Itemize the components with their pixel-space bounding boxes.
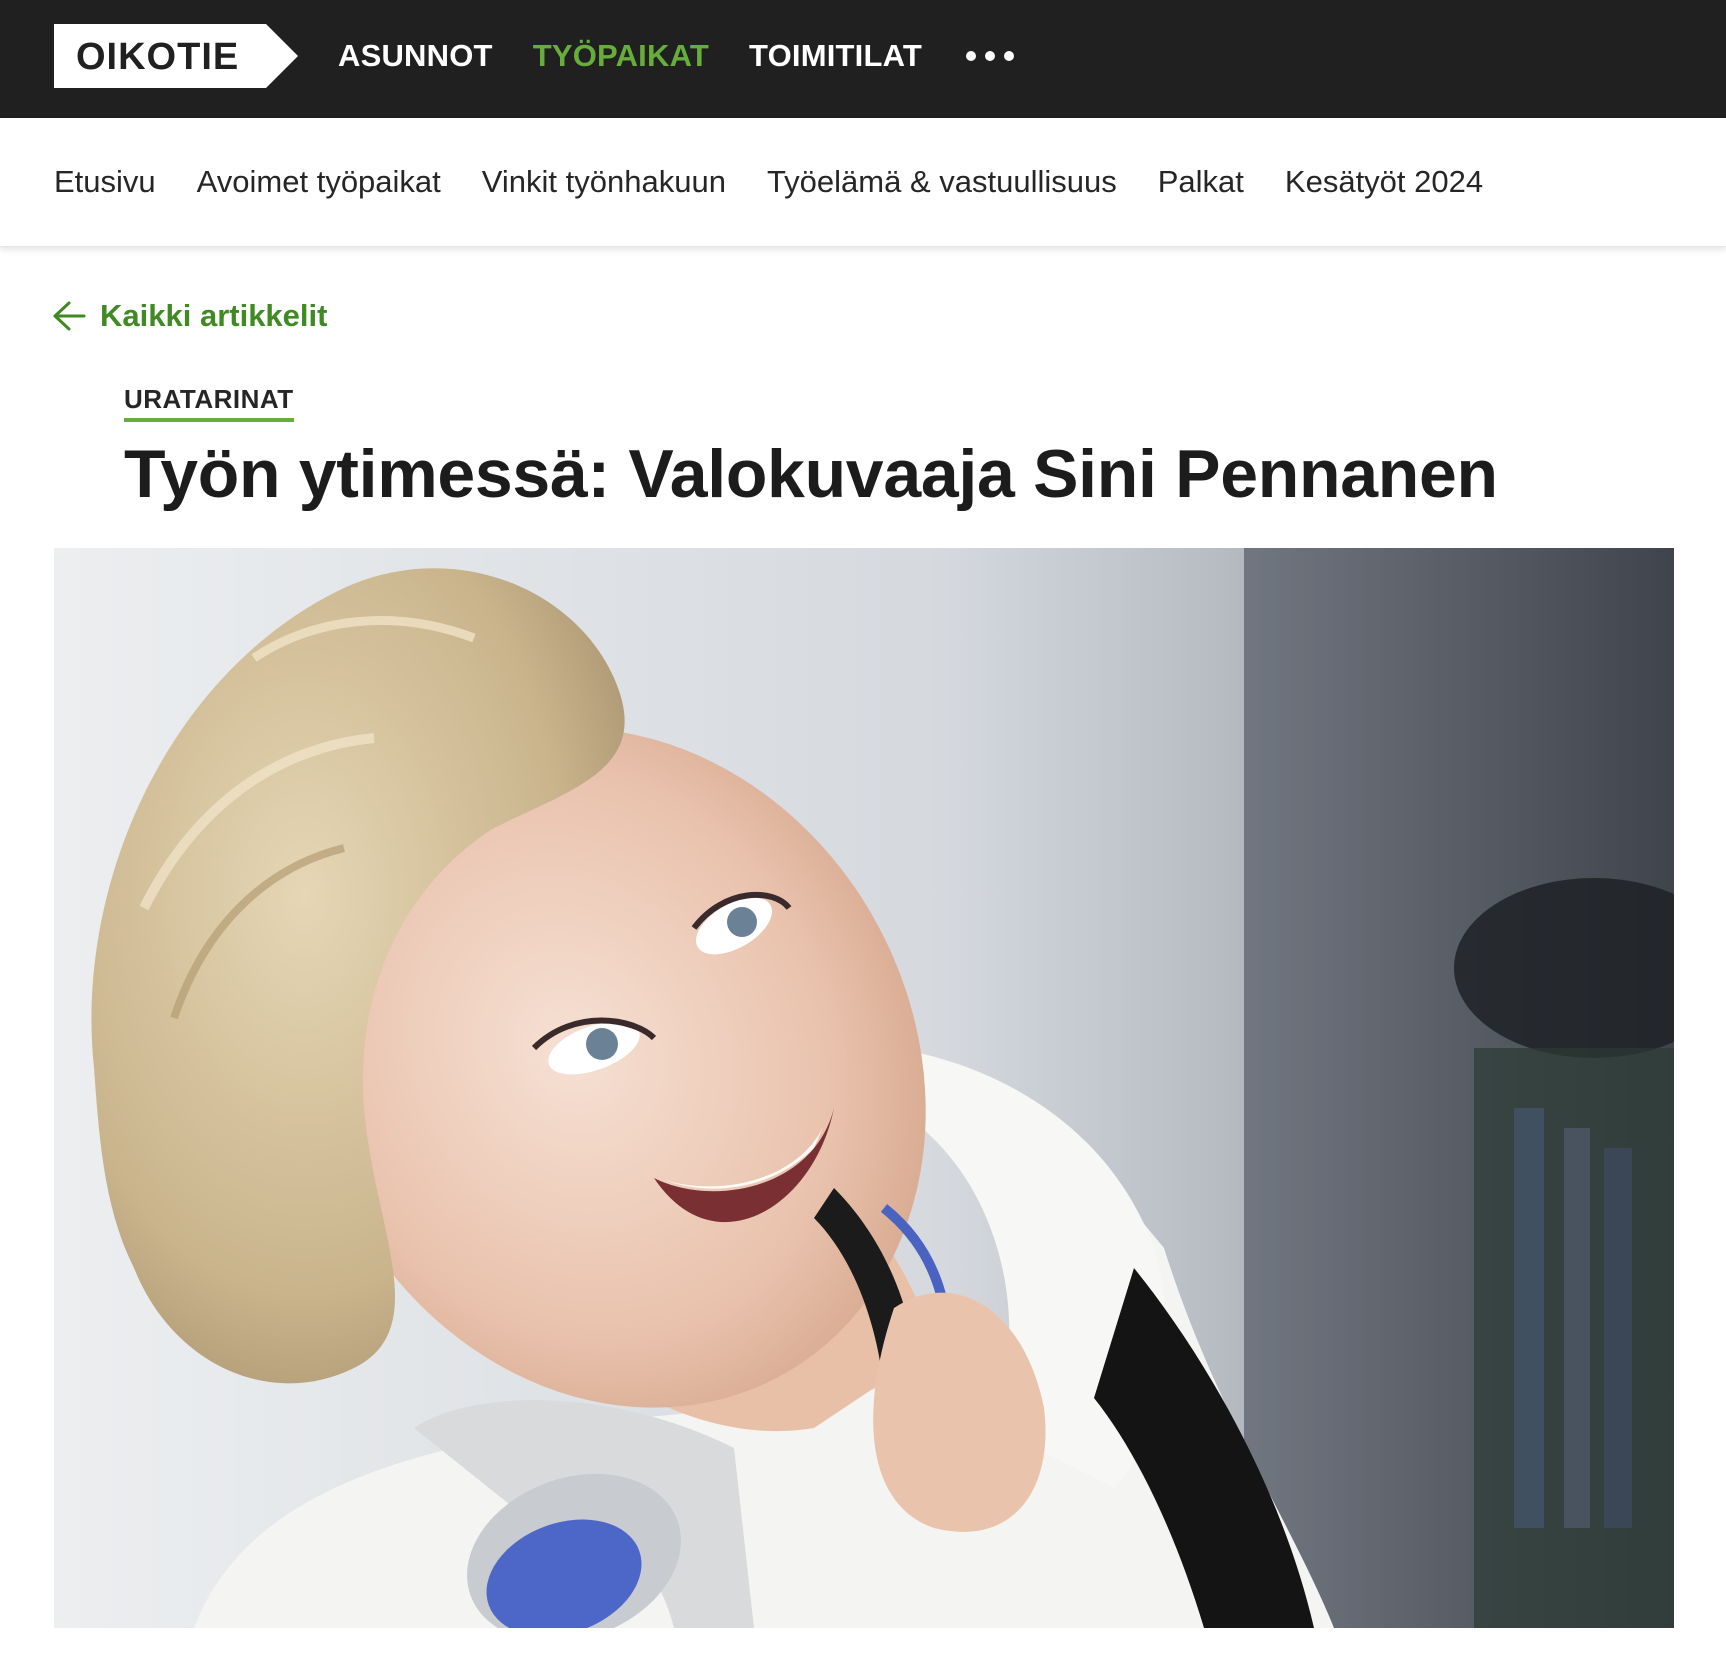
subnav-kesatyot[interactable]: Kesätyöt 2024 xyxy=(1285,164,1483,199)
main-nav: ASUNNOT TYÖPAIKAT TOIMITILAT xyxy=(338,0,1015,112)
portrait-photo xyxy=(54,548,1674,1628)
article-title: Työn ytimessä: Valokuvaaja Sini Pennanen xyxy=(124,436,1498,512)
nav-toimitilat[interactable]: TOIMITILAT xyxy=(749,38,922,74)
nav-tyopaikat[interactable]: TYÖPAIKAT xyxy=(533,38,709,74)
logo-badge: OIKOTIE xyxy=(54,24,298,88)
more-dots-icon[interactable] xyxy=(966,51,1015,61)
dot xyxy=(1004,51,1015,61)
nav-asunnot[interactable]: ASUNNOT xyxy=(338,38,493,74)
dot xyxy=(985,51,996,61)
back-link-label: Kaikki artikkelit xyxy=(100,298,328,333)
top-navigation-bar: OIKOTIE ASUNNOT TYÖPAIKAT TOIMITILAT xyxy=(0,0,1726,118)
subnav-tyoelama-vastuullisuus[interactable]: Työelämä & vastuullisuus xyxy=(767,164,1117,199)
article-hero-image xyxy=(54,548,1674,1628)
dot xyxy=(966,51,977,61)
article-category-link[interactable]: URATARINAT xyxy=(124,384,294,422)
subnav-etusivu[interactable]: Etusivu xyxy=(54,164,156,199)
section-navigation: Etusivu Avoimet työpaikat Vinkit työnhak… xyxy=(0,118,1726,247)
subnav-avoimet-tyopaikat[interactable]: Avoimet työpaikat xyxy=(197,164,441,199)
subnav-palkat[interactable]: Palkat xyxy=(1158,164,1244,199)
oikotie-logo[interactable]: OIKOTIE xyxy=(54,24,298,88)
arrow-left-icon xyxy=(53,301,86,331)
subnav-vinkit-tyonhakuun[interactable]: Vinkit työnhakuun xyxy=(482,164,726,199)
back-to-all-articles-link[interactable]: Kaikki artikkelit xyxy=(52,296,327,336)
logo-text: OIKOTIE xyxy=(76,36,239,78)
